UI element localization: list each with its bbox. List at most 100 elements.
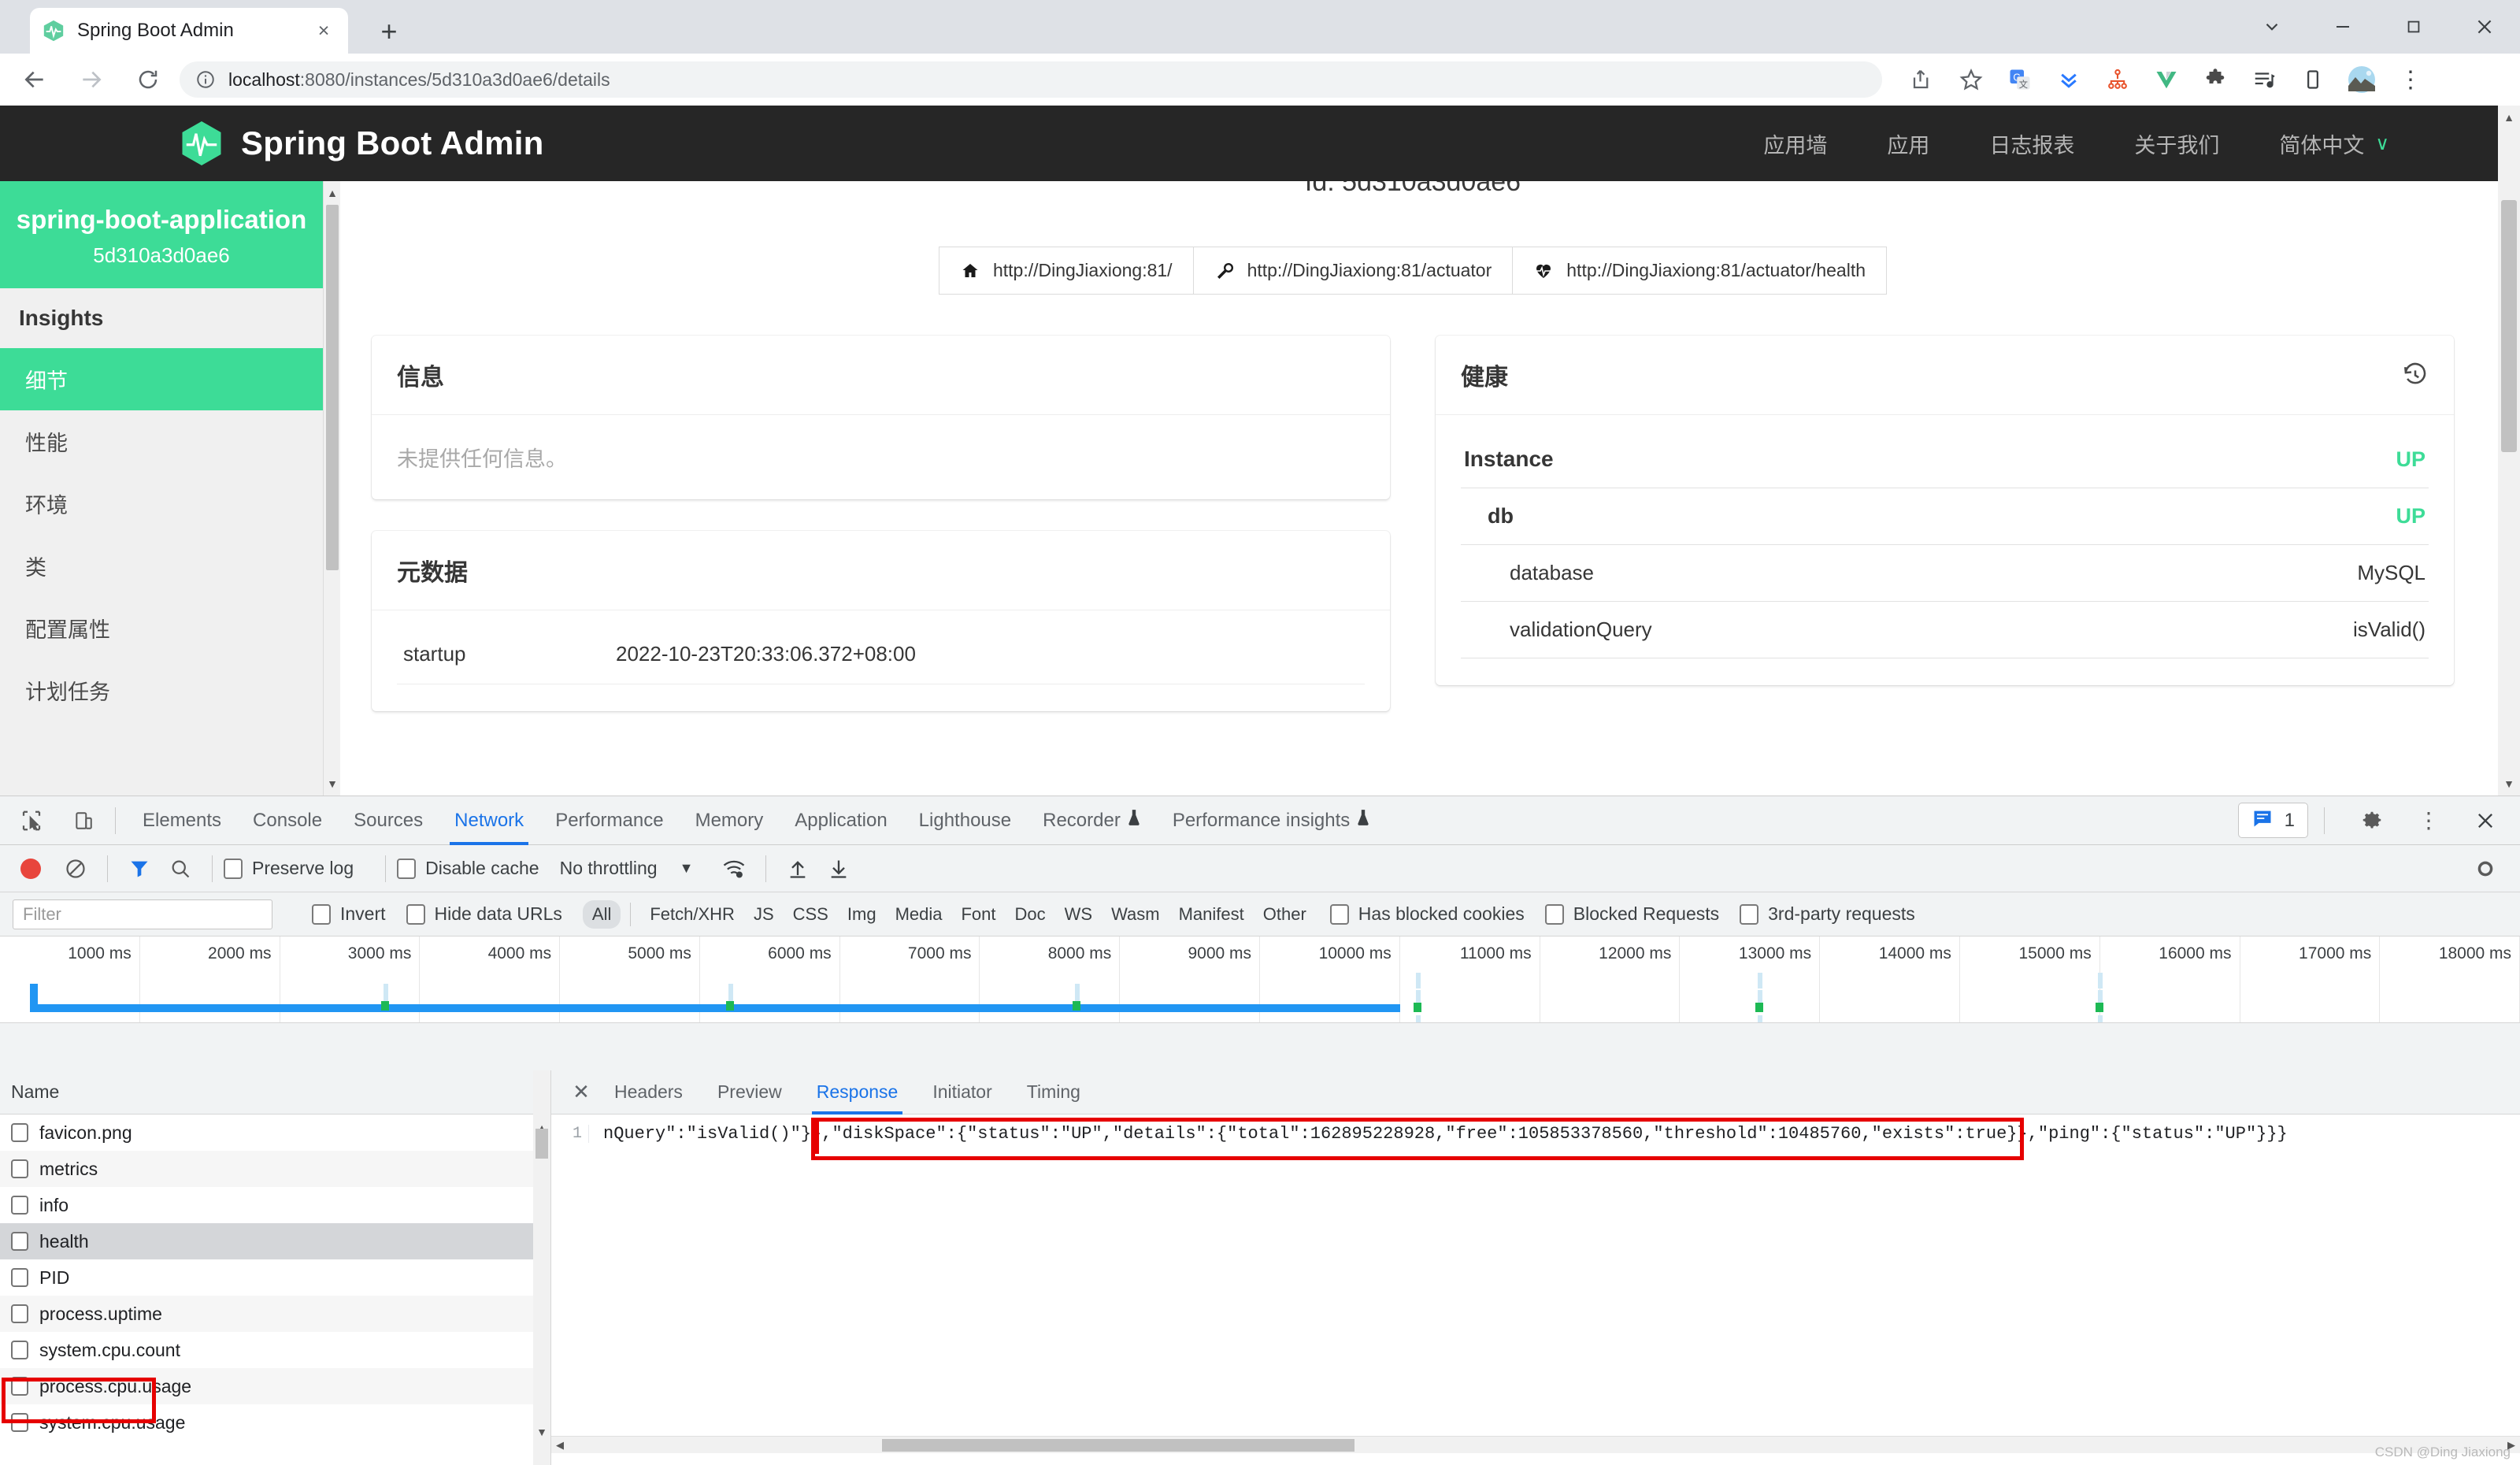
page-scroll-thumb[interactable] [2501, 200, 2517, 452]
list-item[interactable]: system.cpu.count [0, 1332, 550, 1368]
blocked-requests-group[interactable]: Blocked Requests [1544, 903, 1719, 925]
tab-application[interactable]: Application [779, 796, 902, 845]
list-item[interactable]: favicon.png [0, 1115, 550, 1151]
tab-recorder[interactable]: Recorder [1027, 796, 1157, 845]
filter-type-font[interactable]: Font [951, 900, 1005, 929]
playlist-icon[interactable] [2240, 55, 2288, 104]
tab-response[interactable]: Response [799, 1070, 916, 1115]
filter-type-fetch-xhr[interactable]: Fetch/XHR [640, 900, 744, 929]
sidebar-scroll-up-icon[interactable]: ▲ [324, 183, 341, 203]
tab-lighthouse[interactable]: Lighthouse [903, 796, 1027, 845]
nav-item-app-wall[interactable]: 应用墙 [1763, 128, 1827, 159]
reload-button[interactable] [126, 57, 170, 102]
sidebar-item-scheduled-tasks[interactable]: 计划任务 [0, 658, 323, 721]
filter-type-wasm[interactable]: Wasm [1102, 900, 1169, 929]
nav-item-about[interactable]: 关于我们 [2134, 128, 2219, 159]
filter-type-media[interactable]: Media [886, 900, 952, 929]
vue-devtools-icon[interactable] [2142, 55, 2191, 104]
star-icon[interactable] [1947, 55, 1996, 104]
request-scroll-thumb[interactable] [536, 1129, 548, 1159]
filter-type-ws[interactable]: WS [1055, 900, 1102, 929]
search-icon[interactable] [160, 848, 201, 889]
sidebar-item-config-props[interactable]: 配置属性 [0, 596, 323, 659]
tab-sources[interactable]: Sources [338, 796, 439, 845]
instance-url-actuator[interactable]: http://DingJiaxiong:81/actuator [1192, 247, 1514, 295]
maximize-button[interactable] [2378, 0, 2449, 54]
sidebar-item-performance[interactable]: 性能 [0, 410, 323, 473]
filter-icon[interactable] [119, 848, 160, 889]
forward-button[interactable] [69, 57, 113, 102]
page-scroll-down-icon[interactable]: ▼ [2498, 773, 2520, 794]
browser-menu-icon[interactable]: ⋮ [2386, 55, 2435, 104]
request-checkbox[interactable] [11, 1232, 28, 1251]
filter-type-other[interactable]: Other [1254, 900, 1316, 929]
request-checkbox[interactable] [11, 1413, 28, 1432]
app-brand[interactable]: Spring Boot Admin [180, 120, 543, 167]
request-checkbox[interactable] [11, 1123, 28, 1142]
response-horizontal-scrollbar[interactable]: ◀ ▶ [551, 1436, 2520, 1453]
instance-url-health[interactable]: http://DingJiaxiong:81/actuator/health [1512, 247, 1888, 295]
device-icon[interactable] [2288, 55, 2337, 104]
tab-memory[interactable]: Memory [680, 796, 780, 845]
network-conditions-icon[interactable] [713, 848, 754, 889]
request-list-header[interactable]: Name [0, 1070, 550, 1115]
list-item[interactable]: system.cpu.usage [0, 1404, 550, 1441]
tab-headers[interactable]: Headers [597, 1070, 700, 1115]
sitemap-icon[interactable] [2093, 55, 2142, 104]
share-icon[interactable] [1898, 55, 1947, 104]
nav-item-language[interactable]: 简体中文 ∨ [2279, 128, 2389, 159]
address-bar[interactable]: localhost:8080/instances/5d310a3d0ae6/de… [180, 61, 1882, 98]
sidebar-item-details[interactable]: 细节 [0, 347, 323, 410]
network-settings-gear-icon[interactable] [2465, 848, 2506, 889]
filter-type-img[interactable]: Img [838, 900, 886, 929]
sidebar-item-environment[interactable]: 环境 [0, 472, 323, 535]
list-item[interactable]: process.cpu.usage [0, 1368, 550, 1404]
has-blocked-cookies-group[interactable]: Has blocked cookies [1329, 903, 1525, 925]
tab-timing[interactable]: Timing [1010, 1070, 1098, 1115]
request-checkbox[interactable] [11, 1377, 28, 1396]
filter-type-doc[interactable]: Doc [1006, 900, 1055, 929]
list-item[interactable]: metrics [0, 1151, 550, 1187]
third-party-requests-group[interactable]: 3rd-party requests [1740, 903, 1915, 925]
browser-tab[interactable]: Spring Boot Admin × [30, 8, 348, 54]
disable-cache-checkbox[interactable] [397, 858, 417, 879]
close-detail-icon[interactable]: ✕ [565, 1080, 597, 1104]
inspect-element-icon[interactable] [11, 800, 52, 841]
hide-data-urls-checkbox[interactable] [406, 903, 425, 925]
minimize-button[interactable] [2307, 0, 2378, 54]
disable-cache-checkbox-group[interactable]: Disable cache [397, 858, 539, 879]
preserve-log-checkbox[interactable] [224, 858, 243, 879]
hide-data-urls-checkbox-group[interactable]: Hide data URLs [406, 903, 562, 925]
import-har-icon[interactable] [777, 848, 818, 889]
page-scroll-up-icon[interactable]: ▲ [2498, 107, 2520, 128]
history-icon[interactable] [2402, 362, 2429, 388]
tab-preview[interactable]: Preview [700, 1070, 799, 1115]
new-tab-button[interactable]: + [370, 13, 408, 50]
close-devtools-icon[interactable] [2465, 800, 2506, 841]
request-checkbox[interactable] [11, 1159, 28, 1178]
info-circle-icon[interactable] [195, 69, 216, 90]
list-item[interactable]: process.uptime [0, 1296, 550, 1332]
preserve-log-checkbox-group[interactable]: Preserve log [224, 858, 354, 879]
tab-performance-insights[interactable]: Performance insights [1157, 796, 1386, 845]
hscroll-thumb[interactable] [882, 1439, 1354, 1452]
request-checkbox[interactable] [11, 1196, 28, 1215]
record-icon[interactable] [20, 858, 41, 879]
nav-item-journal[interactable]: 日志报表 [1989, 128, 2074, 159]
export-har-icon[interactable] [818, 848, 859, 889]
clear-icon[interactable] [55, 848, 96, 889]
hscroll-left-icon[interactable]: ◀ [551, 1437, 569, 1453]
network-overview-timeline[interactable]: 1000 ms 2000 ms 3000 ms 4000 ms 5000 ms … [0, 936, 2520, 1023]
sidebar-scroll-thumb[interactable] [326, 205, 339, 570]
tab-initiator[interactable]: Initiator [915, 1070, 1009, 1115]
nav-item-applications[interactable]: 应用 [1887, 128, 1929, 159]
tab-performance[interactable]: Performance [539, 796, 679, 845]
invert-checkbox[interactable] [312, 903, 331, 925]
request-list-scrollbar[interactable]: ▲ ▼ [533, 1070, 550, 1465]
close-window-button[interactable] [2449, 0, 2520, 54]
tab-search-chevron-icon[interactable] [2236, 0, 2307, 54]
tab-network[interactable]: Network [439, 796, 539, 845]
tab-elements[interactable]: Elements [127, 796, 237, 845]
list-item[interactable]: PID [0, 1259, 550, 1296]
more-options-icon[interactable]: ⋮ [2408, 800, 2449, 841]
